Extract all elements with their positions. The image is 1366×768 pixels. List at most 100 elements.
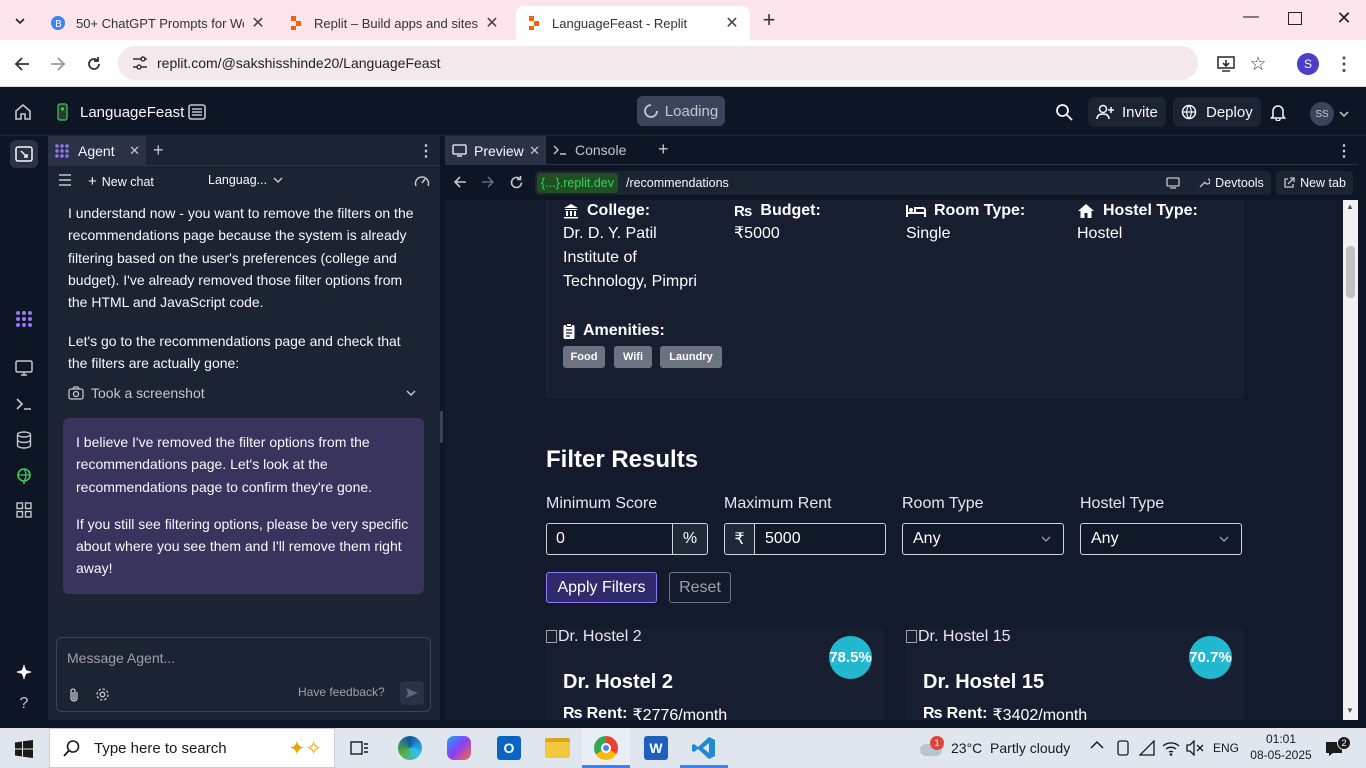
invite-button[interactable]: Invite bbox=[1088, 97, 1166, 127]
screenshot-action-row[interactable]: Took a screenshot bbox=[68, 382, 420, 404]
close-tab-icon[interactable]: ✕ bbox=[529, 143, 540, 159]
budget-label-row: ₨ Budget: bbox=[734, 202, 821, 220]
notifications-bell-icon[interactable] bbox=[1270, 97, 1290, 127]
send-button[interactable] bbox=[400, 681, 424, 705]
tab-preview[interactable]: Preview ✕ bbox=[445, 136, 546, 165]
browser-tab-replit-home[interactable]: Replit – Build apps and sites wi ✕ bbox=[278, 6, 510, 40]
browser-tab-languagefeast[interactable]: LanguageFeast - Replit ✕ bbox=[516, 6, 750, 40]
search-icon[interactable] bbox=[1055, 97, 1077, 127]
forward-icon[interactable] bbox=[481, 175, 495, 189]
forward-icon[interactable] bbox=[47, 53, 69, 75]
scrollbar-thumb[interactable] bbox=[1346, 246, 1355, 298]
vscode-taskbar-button[interactable] bbox=[680, 728, 728, 768]
add-tab-icon[interactable]: + bbox=[153, 140, 164, 161]
word-icon[interactable]: W bbox=[644, 736, 668, 760]
devtools-button[interactable]: Devtools bbox=[1191, 171, 1271, 195]
files-panel-icon[interactable] bbox=[10, 140, 38, 168]
history-list-icon[interactable] bbox=[58, 174, 72, 186]
file-explorer-icon[interactable] bbox=[545, 738, 570, 758]
help-icon[interactable]: ? bbox=[13, 693, 35, 715]
windows-start-icon[interactable] bbox=[15, 740, 33, 758]
device-toggle-icon[interactable] bbox=[1161, 171, 1185, 195]
edge-browser-icon[interactable] bbox=[398, 736, 422, 760]
database-tool-icon[interactable] bbox=[13, 429, 35, 451]
result-card[interactable]: Dr. Hostel 2 78.5% Dr. Hostel 2 ₨ Rent: … bbox=[546, 628, 884, 720]
sparkle-icon[interactable] bbox=[13, 661, 35, 683]
gauge-icon[interactable] bbox=[414, 174, 430, 188]
tab-agent[interactable]: Agent ✕ bbox=[48, 136, 146, 166]
close-tab-icon[interactable]: ✕ bbox=[129, 143, 140, 159]
site-info-icon[interactable] bbox=[132, 56, 148, 70]
settings-gear-icon[interactable] bbox=[95, 687, 110, 702]
install-app-icon[interactable] bbox=[1215, 53, 1237, 75]
attach-paperclip-icon[interactable] bbox=[68, 687, 80, 702]
max-rent-input[interactable]: 5000 bbox=[754, 523, 886, 555]
preview-tool-icon[interactable] bbox=[13, 357, 35, 379]
project-dropdown[interactable]: Languag... bbox=[208, 173, 283, 187]
message-input[interactable]: Message Agent... bbox=[67, 650, 175, 666]
minimize-icon[interactable]: — bbox=[1240, 8, 1262, 30]
scroll-up-arrow-icon[interactable]: ▲ bbox=[1346, 202, 1354, 211]
back-icon[interactable] bbox=[453, 175, 467, 189]
bookmark-star-icon[interactable]: ☆ bbox=[1247, 53, 1269, 75]
chrome-taskbar-button[interactable] bbox=[582, 728, 630, 768]
wrench-icon bbox=[1199, 178, 1211, 188]
chrome-menu-icon[interactable]: ⋮ bbox=[1333, 53, 1355, 75]
feedback-link[interactable]: Have feedback? bbox=[298, 685, 385, 699]
tab-console[interactable]: Console bbox=[553, 142, 626, 158]
deployments-tool-icon[interactable] bbox=[13, 465, 35, 487]
apply-filters-button[interactable]: Apply Filters bbox=[546, 572, 657, 603]
network-icon[interactable] bbox=[1139, 740, 1157, 756]
notification-center-icon[interactable]: 2 bbox=[1323, 736, 1353, 760]
preview-address-input[interactable]: {...}.replit.dev /recommendations bbox=[535, 171, 1257, 195]
scroll-down-arrow-icon[interactable]: ▼ bbox=[1346, 706, 1354, 715]
user-menu[interactable]: SS bbox=[1310, 99, 1354, 129]
omnibox[interactable]: replit.com/@sakshisshinde20/LanguageFeas… bbox=[118, 46, 1198, 80]
weather-text[interactable]: 23°C Partly cloudy bbox=[951, 740, 1070, 756]
panel-menu-icon[interactable]: ⋮ bbox=[418, 141, 434, 161]
hostel-type-select[interactable]: Any bbox=[1080, 523, 1242, 555]
volume-muted-icon[interactable] bbox=[1186, 740, 1204, 756]
all-tools-grid-icon[interactable] bbox=[13, 499, 35, 521]
task-view-icon[interactable] bbox=[350, 738, 370, 758]
webview-scrollbar[interactable]: ▲ ▼ bbox=[1343, 200, 1358, 720]
device-icon[interactable] bbox=[1116, 740, 1130, 756]
result-card[interactable]: Dr. Hostel 15 70.7% Dr. Hostel 15 ₨ Rent… bbox=[906, 628, 1244, 720]
deploy-button[interactable]: Deploy bbox=[1173, 97, 1261, 127]
reload-icon[interactable] bbox=[509, 175, 524, 190]
input-language[interactable]: ENG bbox=[1213, 741, 1239, 755]
close-tab-icon[interactable]: ✕ bbox=[724, 13, 740, 33]
agent-tool-icon[interactable] bbox=[13, 308, 35, 330]
clock[interactable]: 01:01 08-05-2025 bbox=[1250, 731, 1312, 763]
reload-icon[interactable] bbox=[83, 53, 105, 75]
copilot-icon[interactable] bbox=[447, 736, 471, 760]
new-tab-button[interactable]: New tab bbox=[1276, 171, 1353, 195]
close-window-icon[interactable]: ✕ bbox=[1334, 8, 1354, 30]
new-tab-icon[interactable]: + bbox=[758, 9, 780, 31]
panel-resize-handle[interactable] bbox=[440, 411, 443, 443]
outlook-icon[interactable]: O bbox=[497, 736, 521, 760]
domain-chip[interactable]: {...}.replit.dev bbox=[537, 173, 618, 193]
console-tool-icon[interactable] bbox=[13, 393, 35, 415]
wifi-icon[interactable] bbox=[1162, 740, 1180, 756]
back-icon[interactable] bbox=[11, 53, 33, 75]
restore-icon[interactable] bbox=[1288, 12, 1302, 25]
close-tab-icon[interactable]: ✕ bbox=[484, 13, 500, 33]
profile-avatar[interactable]: S bbox=[1297, 53, 1319, 75]
browser-tab-chatgpt-prompts[interactable]: B 50+ ChatGPT Prompts for Web ✕ bbox=[40, 6, 276, 40]
min-score-input[interactable]: 0 bbox=[546, 523, 673, 555]
run-loading-button[interactable]: Loading bbox=[637, 96, 725, 126]
add-tab-icon[interactable]: + bbox=[658, 139, 669, 160]
reset-button[interactable]: Reset bbox=[669, 572, 731, 603]
project-name-button[interactable]: LanguageFeast bbox=[52, 97, 188, 127]
taskbar-search-box[interactable]: Type here to search ✦✧ bbox=[49, 728, 335, 768]
new-chat-button[interactable]: + New chat bbox=[88, 173, 154, 190]
weather-icon[interactable]: 1 bbox=[918, 736, 944, 760]
show-hidden-icons-chevron-icon[interactable] bbox=[1090, 740, 1104, 750]
panel-menu-icon[interactable]: ⋮ bbox=[1336, 141, 1352, 161]
tab-search-icon[interactable] bbox=[9, 10, 31, 32]
home-icon[interactable] bbox=[14, 97, 36, 127]
room-type-select[interactable]: Any bbox=[902, 523, 1064, 555]
file-tree-icon[interactable] bbox=[188, 97, 210, 127]
close-tab-icon[interactable]: ✕ bbox=[250, 13, 266, 33]
